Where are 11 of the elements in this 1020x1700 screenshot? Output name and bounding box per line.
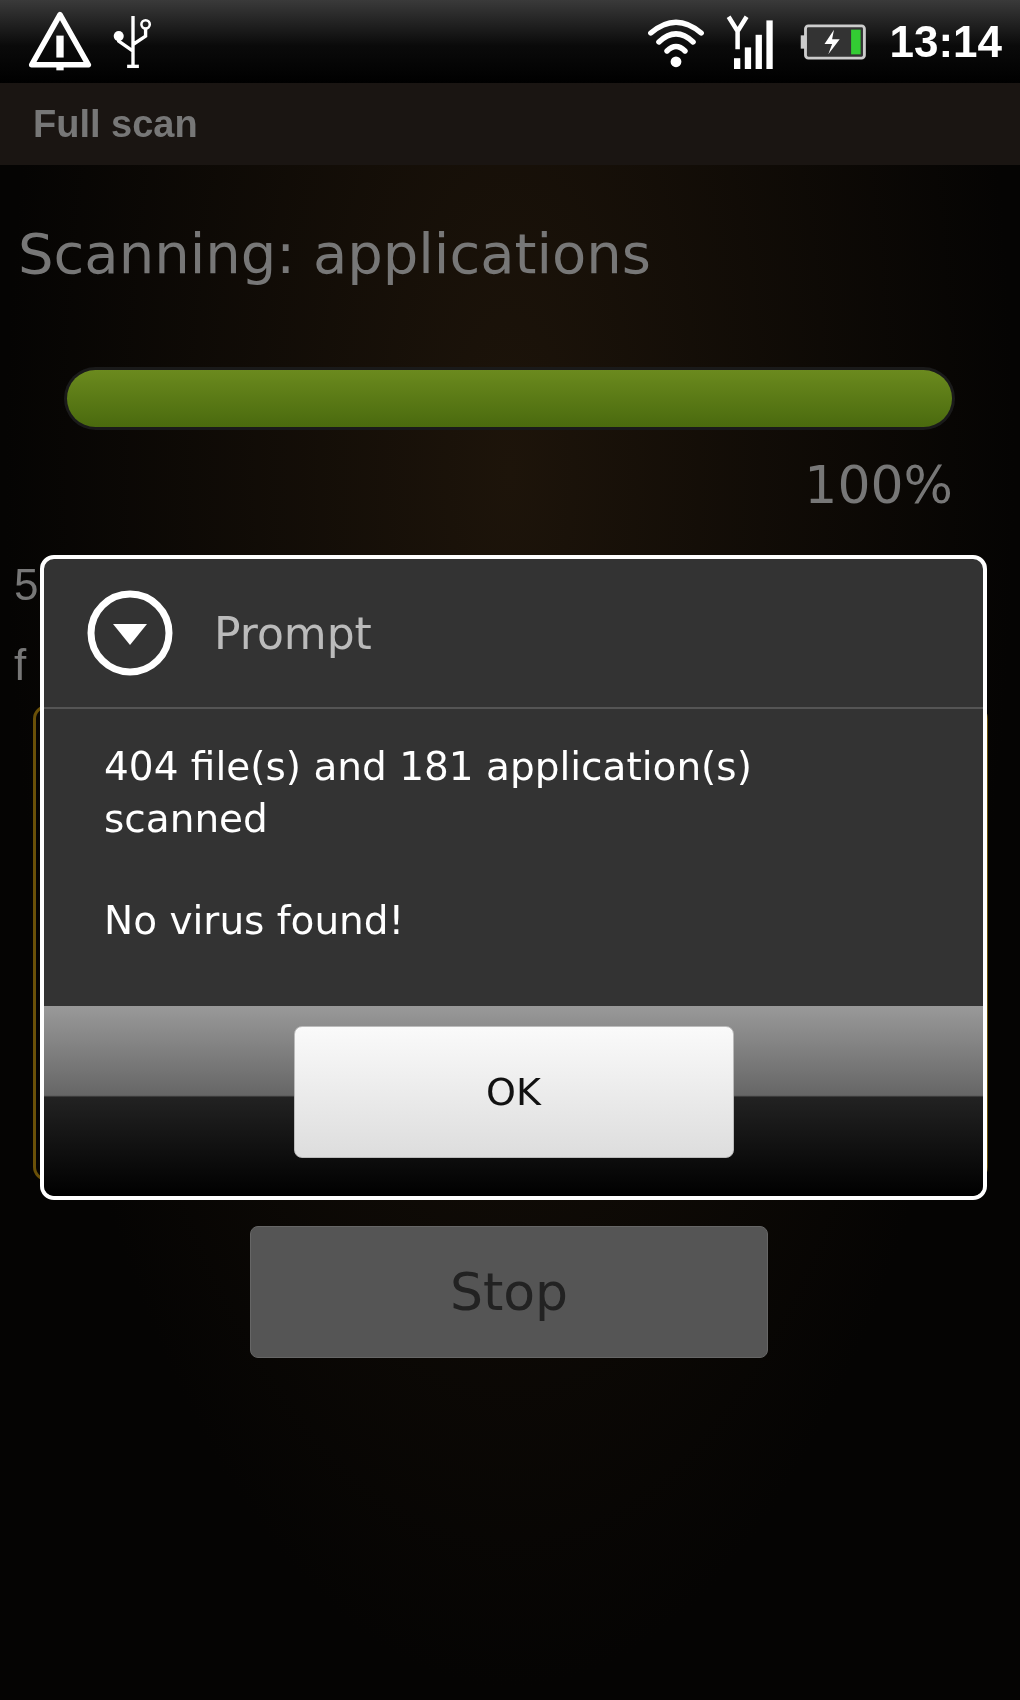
- clock-time: 13:14: [889, 16, 1002, 67]
- dropdown-circle-icon: [86, 589, 174, 677]
- scan-detail-text: 5: [14, 559, 39, 612]
- scan-status-heading: Scanning: applications: [17, 220, 652, 288]
- ok-button[interactable]: OK: [293, 1026, 734, 1158]
- dialog-result: No virus found!: [104, 897, 406, 945]
- progress-percentage: 100%: [804, 455, 953, 516]
- dialog-message: 404 file(s) and 181 application(s) scanned: [104, 743, 753, 843]
- scan-detail-text: f: [14, 639, 27, 692]
- dialog-title: Prompt: [214, 607, 372, 659]
- screen-title: Full scan: [33, 102, 198, 146]
